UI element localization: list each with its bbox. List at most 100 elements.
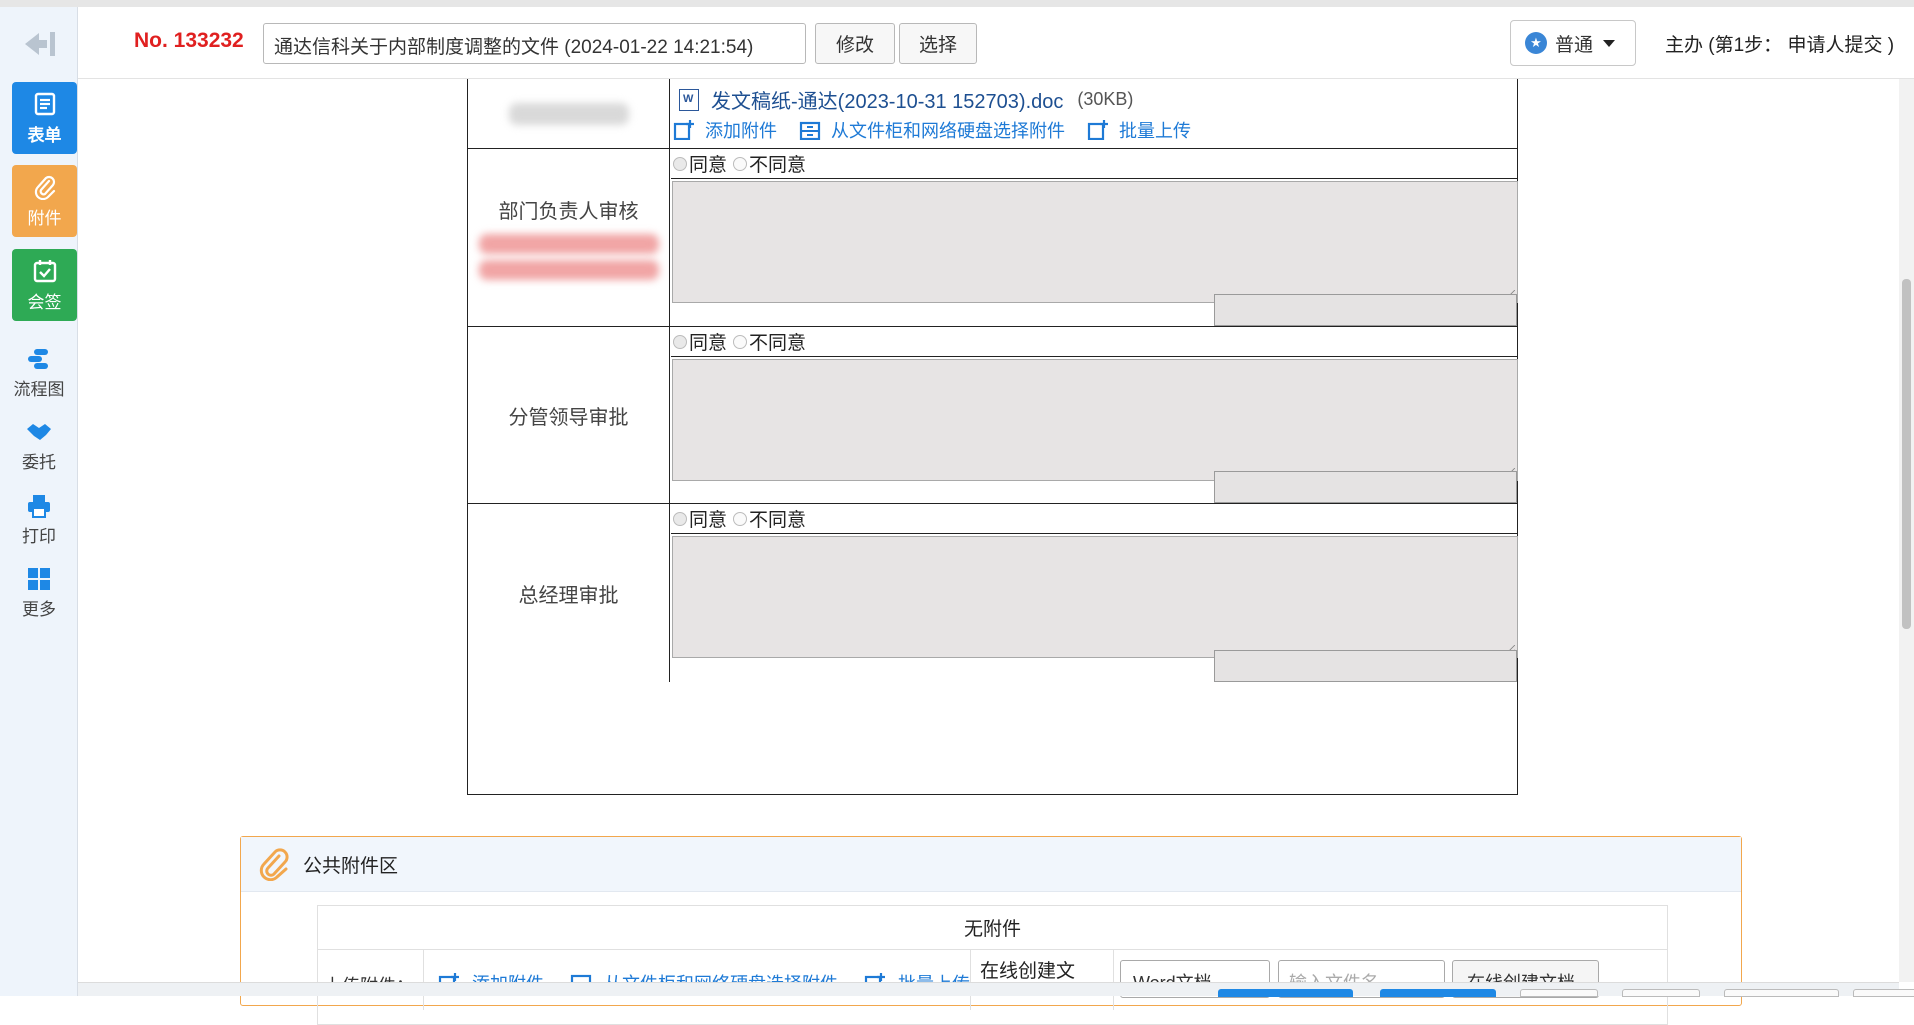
agree-label[interactable]: 同意 — [689, 328, 727, 355]
select-from-cabinet-link[interactable]: 从文件柜和网络硬盘选择附件 — [799, 117, 1065, 143]
section-label: 分管领导审批 — [508, 406, 629, 429]
paperclip-icon — [34, 175, 55, 200]
agree-radio-group: 同意 不同意 — [671, 327, 1517, 357]
attachment-row-content: 发文稿纸-通达(2023-10-31 152703).doc (30KB) 添加… — [671, 79, 1517, 148]
approval-form-table: 发文稿纸-通达(2023-10-31 152703).doc (30KB) 添加… — [467, 79, 1518, 795]
signature-field[interactable] — [1214, 650, 1517, 682]
sidebar-link-label: 更多 — [22, 600, 56, 619]
cell-divider — [1113, 950, 1114, 1010]
disagree-radio[interactable] — [733, 156, 748, 171]
sidebar-link-more[interactable]: 更多 — [0, 567, 78, 620]
sidebar-tile-attachment[interactable]: 附件 — [12, 165, 77, 237]
upload-row: 上传附件： 添加附件 从文件柜和网络硬盘选择附件 批量上传 在线创建文 — [318, 950, 1667, 1010]
scrollbar-thumb[interactable] — [1902, 279, 1911, 629]
document-number: No. 133232 — [134, 29, 244, 52]
cell-divider — [423, 950, 424, 1010]
sidebar-tile-countersign[interactable]: 会签 — [12, 249, 77, 321]
attachment-file-size: (30KB) — [1077, 89, 1134, 109]
attachment-file-name[interactable]: 发文稿纸-通达(2023-10-31 152703).doc — [711, 85, 1063, 114]
opinion-textarea[interactable] — [672, 536, 1518, 658]
section-content-cell: 同意 不同意 — [671, 149, 1518, 326]
star-icon: ★ — [1525, 32, 1547, 54]
workflow-step-info: 主办 (第1步： 申请人提交 ) — [1665, 35, 1895, 56]
grid-icon — [28, 568, 50, 590]
vertical-scrollbar[interactable] — [1899, 79, 1914, 982]
bottom-action-bar — [78, 982, 1914, 997]
redacted-label — [508, 102, 629, 125]
section-label: 总经理审批 — [518, 584, 619, 607]
paperclip-icon — [259, 848, 289, 881]
agree-label[interactable]: 同意 — [689, 150, 727, 177]
section-label-cell: 总经理审批 — [468, 504, 670, 682]
sidebar-link-print[interactable]: 打印 — [0, 494, 78, 547]
approval-section-gm: 总经理审批 同意 不同意 — [468, 504, 1518, 682]
public-attachment-table: 无附件 上传附件： 添加附件 从文件柜和网络硬盘选择附件 批量上传 在线创建 — [317, 905, 1668, 1025]
arrow-left-bar-icon — [25, 32, 55, 56]
flowchart-icon — [28, 349, 48, 369]
opinion-textarea[interactable] — [672, 359, 1518, 481]
disagree-radio[interactable] — [733, 334, 748, 349]
left-sidebar: 表单 附件 会签 流程图 委托 打印 更多 — [0, 7, 78, 996]
signature-field[interactable] — [1214, 294, 1517, 326]
agree-radio[interactable] — [673, 334, 687, 349]
disagree-label[interactable]: 不同意 — [749, 328, 806, 355]
sidebar-tile-label: 会签 — [27, 292, 62, 312]
batch-upload-icon — [1087, 120, 1108, 140]
sidebar-link-flowchart[interactable]: 流程图 — [0, 347, 78, 400]
agree-radio[interactable] — [673, 511, 687, 526]
batch-upload-label: 批量上传 — [1119, 121, 1191, 141]
sidebar-link-label: 委托 — [22, 453, 56, 472]
select-button[interactable]: 选择 — [899, 23, 977, 64]
sidebar-link-label: 流程图 — [13, 380, 65, 399]
approval-section-leader: 分管领导审批 同意 不同意 — [468, 327, 1518, 504]
document-title-input[interactable]: 通达信科关于内部制度调整的文件 (2024-01-22 14:21:54) — [263, 23, 806, 64]
section-label-cell: 分管领导审批 — [468, 327, 670, 503]
agree-radio-group: 同意 不同意 — [671, 149, 1517, 179]
sidebar-tile-label: 表单 — [27, 125, 62, 145]
attachment-actions: 添加附件 从文件柜和网络硬盘选择附件 批量上传 — [673, 117, 1213, 143]
form-icon — [34, 92, 55, 115]
disagree-radio[interactable] — [733, 511, 748, 526]
cabinet-icon — [799, 121, 821, 140]
edit-button[interactable]: 修改 — [815, 23, 895, 64]
add-file-icon — [673, 120, 694, 140]
approval-section-dept: 部门负责人审核 同意 不同意 — [468, 149, 1518, 327]
chevron-down-icon — [1603, 39, 1616, 47]
redacted-note — [478, 260, 659, 280]
sidebar-link-label: 打印 — [22, 527, 56, 546]
online-create-label: 在线创建文 — [980, 961, 1076, 982]
section-content-cell: 同意 不同意 — [671, 327, 1518, 503]
priority-value: 普通 — [1555, 34, 1594, 56]
disagree-label[interactable]: 不同意 — [749, 505, 806, 532]
top-bar: No. 133232 通达信科关于内部制度调整的文件 (2024-01-22 1… — [78, 7, 1914, 79]
section-content-cell: 同意 不同意 — [671, 504, 1518, 682]
printer-icon — [28, 495, 50, 518]
attachment-row: 发文稿纸-通达(2023-10-31 152703).doc (30KB) 添加… — [468, 79, 1517, 149]
handshake-icon — [27, 424, 51, 440]
signature-field[interactable] — [1214, 471, 1517, 503]
word-doc-icon — [679, 88, 699, 111]
attachment-file[interactable]: 发文稿纸-通达(2023-10-31 152703).doc (30KB) — [679, 85, 1133, 114]
agree-radio-group: 同意 不同意 — [671, 504, 1517, 534]
no-attachment-text: 无附件 — [318, 906, 1667, 950]
collapse-back-button[interactable] — [20, 27, 60, 61]
select-from-cabinet-label: 从文件柜和网络硬盘选择附件 — [831, 121, 1065, 141]
agree-radio[interactable] — [673, 156, 687, 171]
agree-label[interactable]: 同意 — [689, 505, 727, 532]
add-attachment-link[interactable]: 添加附件 — [673, 117, 777, 143]
public-attachment-title: 公共附件区 — [303, 855, 399, 877]
opinion-textarea[interactable] — [672, 181, 1518, 303]
public-attachment-zone: 公共附件区 无附件 上传附件： 添加附件 从文件柜和网络硬盘选择附件 批量上传 — [240, 836, 1742, 1025]
cell-divider — [970, 950, 971, 1010]
calendar-check-icon — [33, 259, 56, 282]
window-top-strip — [0, 0, 1914, 7]
section-label-cell: 部门负责人审核 — [468, 149, 670, 326]
sidebar-tile-form[interactable]: 表单 — [12, 82, 77, 154]
section-label: 部门负责人审核 — [498, 201, 639, 223]
attachment-row-label — [468, 79, 670, 148]
sidebar-link-delegate[interactable]: 委托 — [0, 420, 78, 473]
batch-upload-link[interactable]: 批量上传 — [1087, 117, 1191, 143]
priority-dropdown[interactable]: ★ 普通 — [1510, 20, 1636, 66]
disagree-label[interactable]: 不同意 — [749, 150, 806, 177]
public-attachment-header: 公共附件区 — [241, 837, 1741, 892]
